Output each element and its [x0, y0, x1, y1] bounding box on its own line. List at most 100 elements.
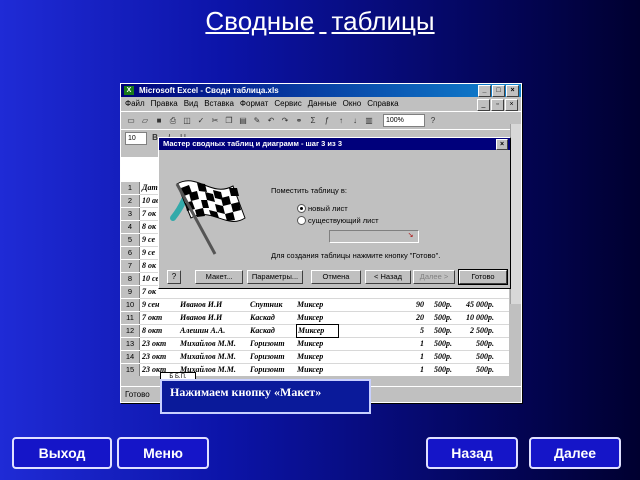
paste-icon[interactable]: ▤	[237, 114, 249, 127]
table-cell[interactable]: 23 окт	[142, 338, 166, 350]
table-cell[interactable]: 7 ок	[142, 286, 156, 298]
preview-icon[interactable]: ◫	[181, 114, 193, 127]
function-icon[interactable]: ƒ	[321, 114, 333, 127]
collapse-dialog-icon[interactable]: ↘	[405, 231, 416, 240]
row-header[interactable]: 4	[121, 221, 140, 233]
table-cell[interactable]: Миксер	[297, 299, 323, 311]
back-button[interactable]: < Назад	[365, 270, 411, 284]
table-cell[interactable]: Горизонт	[250, 364, 285, 376]
table-cell[interactable]: 2 500р.	[456, 325, 494, 337]
row-header[interactable]: 14	[121, 351, 140, 363]
help-icon[interactable]: ?	[427, 114, 439, 127]
table-cell[interactable]: Миксер	[297, 364, 323, 376]
radio-new-sheet[interactable]	[297, 204, 306, 213]
row-header[interactable]: 10	[121, 299, 140, 311]
table-cell[interactable]: 5	[398, 325, 424, 337]
spelling-icon[interactable]: ✓	[195, 114, 207, 127]
hyperlink-icon[interactable]: ⚭	[293, 114, 305, 127]
table-cell[interactable]: 500р.	[456, 351, 494, 363]
table-cell[interactable]: 500р.	[456, 364, 494, 376]
undo-icon[interactable]: ↶	[265, 114, 277, 127]
doc-restore-icon[interactable]: ▫	[491, 99, 504, 111]
doc-close-icon[interactable]: ×	[505, 99, 518, 111]
radio-existing-sheet[interactable]	[297, 216, 306, 225]
menu-item-data[interactable]: Данные	[308, 97, 337, 111]
menu-button[interactable]: Меню	[117, 437, 209, 469]
table-cell[interactable]: 10 000р.	[456, 312, 494, 324]
close-icon[interactable]: ×	[506, 85, 519, 97]
maximize-icon[interactable]: □	[492, 85, 505, 97]
table-cell[interactable]: 10 ав	[142, 195, 160, 207]
zoom-select[interactable]: 100%	[383, 114, 425, 127]
table-cell[interactable]: Горизонт	[250, 338, 285, 350]
finish-button[interactable]: Готово	[458, 269, 508, 285]
table-cell[interactable]: Иванов И.И	[180, 312, 222, 324]
format-painter-icon[interactable]: ✎	[251, 114, 263, 127]
redo-icon[interactable]: ↷	[279, 114, 291, 127]
copy-icon[interactable]: ❐	[223, 114, 235, 127]
table-cell[interactable]: Миксер	[297, 312, 323, 324]
menu-item-insert[interactable]: Вставка	[204, 97, 234, 111]
params-button[interactable]: Параметры...	[247, 270, 303, 284]
menu-item-edit[interactable]: Правка	[151, 97, 178, 111]
table-cell[interactable]: 1	[398, 351, 424, 363]
table-cell[interactable]: 9 се	[142, 234, 155, 246]
table-cell[interactable]: 8 ок	[142, 260, 156, 272]
new-icon[interactable]: ▭	[125, 114, 137, 127]
table-cell[interactable]: Спутник	[250, 299, 283, 311]
exit-button[interactable]: Выход	[12, 437, 112, 469]
table-cell[interactable]: 90	[398, 299, 424, 311]
table-cell[interactable]: 23 окт	[142, 351, 166, 363]
back-nav-button[interactable]: Назад	[426, 437, 518, 469]
vertical-scrollbar[interactable]	[510, 124, 521, 304]
doc-minimize-icon[interactable]: _	[477, 99, 490, 111]
sort-desc-icon[interactable]: ↓	[349, 114, 361, 127]
table-cell[interactable]: 500р.	[422, 299, 452, 311]
table-cell[interactable]: Дат	[142, 182, 158, 194]
table-cell[interactable]: Иванов И.И	[180, 299, 222, 311]
table-cell[interactable]: 500р.	[422, 338, 452, 350]
table-cell[interactable]: 500р.	[422, 364, 452, 376]
table-cell[interactable]: 9 сен	[142, 299, 159, 311]
row-header[interactable]: 1	[121, 182, 140, 194]
table-cell[interactable]: Горизонт	[250, 351, 285, 363]
layout-button[interactable]: Макет...	[195, 270, 243, 284]
menu-item-view[interactable]: Вид	[184, 97, 198, 111]
row-header[interactable]: 3	[121, 208, 140, 220]
table-cell[interactable]: 45 000р.	[456, 299, 494, 311]
table-cell[interactable]: 8 окт	[142, 325, 162, 337]
table-cell[interactable]: Каскад	[250, 325, 275, 337]
row-header[interactable]: 12	[121, 325, 140, 337]
cancel-button[interactable]: Отмена	[311, 270, 361, 284]
sort-asc-icon[interactable]: ↑	[335, 114, 347, 127]
dialog-help-button[interactable]: ?	[167, 270, 181, 284]
dialog-close-icon[interactable]: ×	[496, 139, 508, 150]
open-icon[interactable]: ▱	[139, 114, 151, 127]
row-header[interactable]: 15	[121, 364, 140, 376]
table-cell[interactable]: Алешин А.А.	[180, 325, 225, 337]
table-cell[interactable]: Миксер	[295, 324, 340, 338]
table-cell[interactable]: Михайлов М.М.	[180, 351, 236, 363]
table-cell[interactable]: Каскад	[250, 312, 275, 324]
option-new-sheet-label[interactable]: новый лист	[308, 204, 348, 213]
table-cell[interactable]: 500р.	[422, 351, 452, 363]
row-header[interactable]: 9	[121, 286, 140, 298]
cut-icon[interactable]: ✂	[209, 114, 221, 127]
table-cell[interactable]: 500р.	[456, 338, 494, 350]
row-header[interactable]: 5	[121, 234, 140, 246]
table-cell[interactable]: 10 се	[142, 273, 159, 285]
menu-item-help[interactable]: Справка	[367, 97, 398, 111]
table-cell[interactable]: 7 окт	[142, 312, 162, 324]
option-existing-sheet-label[interactable]: существующий лист	[308, 216, 379, 225]
row-header[interactable]: 13	[121, 338, 140, 350]
table-cell[interactable]: 500р.	[422, 312, 452, 324]
row-header[interactable]: 8	[121, 273, 140, 285]
menu-item-format[interactable]: Формат	[240, 97, 268, 111]
save-icon[interactable]: ■	[153, 114, 165, 127]
table-cell[interactable]: 1	[398, 364, 424, 376]
table-cell[interactable]: 9 се	[142, 247, 155, 259]
table-cell[interactable]: Миксер	[297, 351, 323, 363]
table-cell[interactable]: 7 ок	[142, 208, 156, 220]
table-cell[interactable]: 500р.	[422, 325, 452, 337]
menu-item-window[interactable]: Окно	[343, 97, 362, 111]
